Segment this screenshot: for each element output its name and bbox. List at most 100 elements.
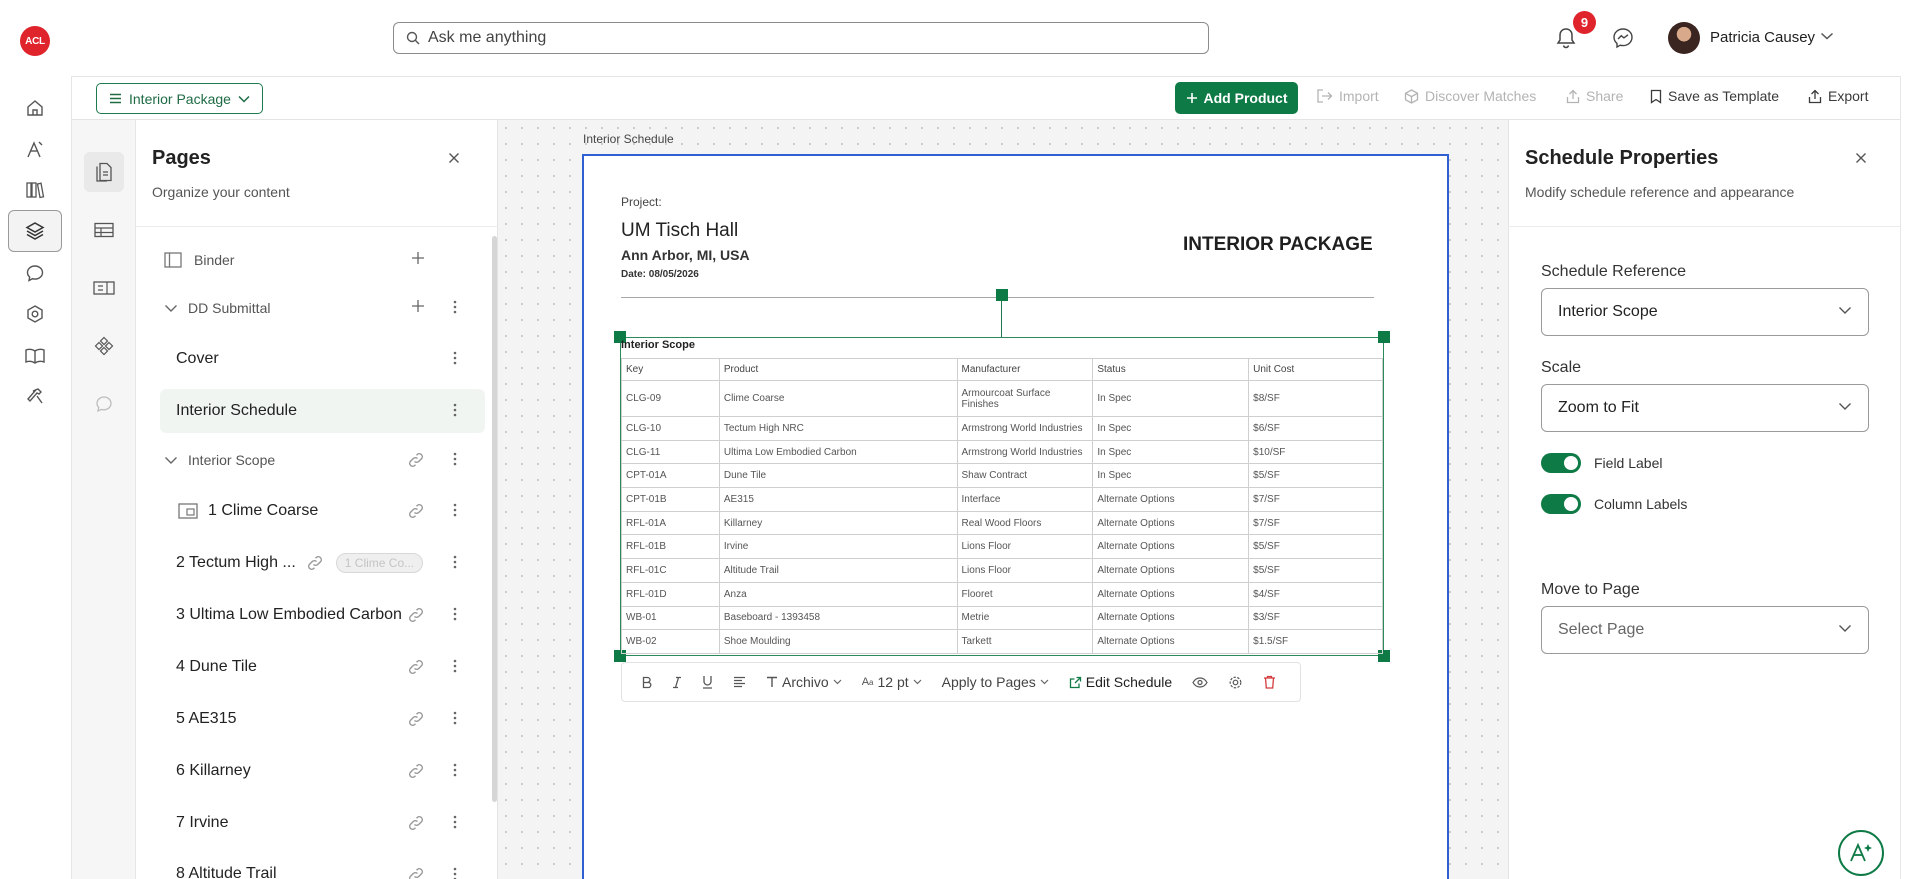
table-row[interactable]: RFL-01D Anza Flooret Alternate Options $4/SF (621, 581, 1383, 607)
link-icon[interactable] (407, 710, 425, 728)
bold-icon[interactable] (642, 676, 652, 689)
eye-icon[interactable] (1192, 676, 1208, 688)
library-icon[interactable] (15, 172, 55, 208)
more-vertical-icon[interactable] (453, 351, 457, 365)
user-avatar[interactable] (1668, 22, 1700, 54)
italic-icon[interactable] (672, 676, 682, 689)
more-vertical-icon[interactable] (453, 300, 457, 314)
schedule-reference-select[interactable]: Interior Scope (1541, 288, 1869, 336)
link-icon[interactable] (407, 606, 425, 624)
messenger-icon[interactable] (1611, 26, 1637, 52)
chevron-down-icon[interactable] (1820, 31, 1834, 41)
more-vertical-icon[interactable] (453, 503, 457, 517)
binder-row[interactable]: Binder (160, 238, 485, 282)
link-icon[interactable] (306, 554, 324, 572)
product-page-row[interactable]: 8 Altitude Trail (160, 853, 485, 879)
import-button[interactable]: Import (1317, 88, 1379, 104)
comment-icon[interactable] (84, 384, 124, 424)
table-row[interactable]: CLG-11 Ultima Low Embodied Carbon Armstron… (621, 439, 1383, 465)
underline-icon[interactable] (702, 675, 713, 689)
close-icon[interactable] (1855, 152, 1867, 164)
pages-scrollbar[interactable] (492, 236, 497, 802)
settings-gear-icon[interactable] (1228, 675, 1243, 690)
table-row[interactable]: CPT-01B AE315 Interface Alternate Options $7… (621, 487, 1383, 512)
search-bar[interactable] (393, 22, 1209, 54)
rotate-handle[interactable] (996, 289, 1008, 301)
align-icon[interactable] (733, 676, 746, 688)
table-row[interactable]: RFL-01B Irvine Lions Floor Alternate Option… (621, 534, 1383, 560)
dd-submittal-row[interactable]: DD Submittal (160, 286, 485, 330)
hammer-icon[interactable] (15, 379, 55, 415)
more-vertical-icon[interactable] (453, 867, 457, 879)
product-page-row[interactable]: 7 Irvine (160, 801, 485, 845)
schedule-table[interactable]: Key Product Manufacturer Status Unit Cos… (621, 358, 1383, 654)
product-page-row[interactable]: 4 Dune Tile (160, 645, 485, 689)
save-as-template-button[interactable]: Save as Template (1650, 88, 1779, 104)
chevron-down-icon[interactable] (164, 304, 178, 313)
table-row[interactable]: CPT-01A Dune Tile Shaw Contract In Spec $5/S… (621, 463, 1383, 489)
table-row[interactable]: RFL-01C Altitude Trail Lions Floor Alternat… (621, 558, 1383, 583)
search-input[interactable] (428, 29, 1188, 47)
app-logo[interactable]: ACL (20, 26, 50, 56)
export-button[interactable]: Export (1808, 88, 1868, 104)
cover-page-row[interactable]: Cover (160, 337, 485, 381)
package-selector[interactable]: Interior Package (96, 83, 263, 114)
table-icon[interactable] (84, 210, 124, 250)
layers-icon[interactable] (8, 210, 62, 252)
more-vertical-icon[interactable] (453, 403, 457, 417)
link-icon[interactable] (407, 762, 425, 780)
apply-to-pages-select[interactable]: Apply to Pages (942, 674, 1049, 690)
scale-select[interactable]: Zoom to Fit (1541, 384, 1869, 432)
edit-schedule-button[interactable]: Edit Schedule (1069, 674, 1172, 690)
add-page-icon[interactable] (411, 299, 425, 313)
interior-schedule-page-row[interactable]: Interior Schedule (160, 389, 485, 433)
table-row[interactable]: CLG-09 Clime Coarse Armourcoat Surface Fin… (621, 380, 1383, 417)
more-vertical-icon[interactable] (453, 815, 457, 829)
settings-hex-icon[interactable] (15, 296, 55, 332)
linked-page-chip[interactable]: 1 Clime Co... (335, 553, 424, 573)
more-vertical-icon[interactable] (453, 555, 457, 569)
more-vertical-icon[interactable] (453, 607, 457, 621)
ai-assistant-button[interactable] (1838, 830, 1884, 876)
interior-scope-row[interactable]: Interior Scope (160, 438, 485, 482)
product-page-row[interactable]: 5 AE315 (160, 697, 485, 741)
design-tool-icon[interactable] (15, 131, 55, 167)
pages-panel-icon[interactable] (84, 152, 124, 192)
more-vertical-icon[interactable] (453, 763, 457, 777)
chevron-down-icon[interactable] (164, 456, 178, 465)
discover-matches-button[interactable]: Discover Matches (1404, 88, 1536, 104)
link-icon[interactable] (407, 814, 425, 832)
more-vertical-icon[interactable] (453, 711, 457, 725)
share-button[interactable]: Share (1566, 88, 1623, 104)
more-vertical-icon[interactable] (453, 452, 457, 466)
column-labels-toggle[interactable] (1541, 494, 1581, 514)
font-family-select[interactable]: Archivo (766, 674, 842, 690)
chat-bubble-icon[interactable] (15, 255, 55, 291)
field-label-toggle[interactable] (1541, 453, 1581, 473)
label-tag-icon[interactable] (84, 268, 124, 308)
book-icon[interactable] (15, 338, 55, 374)
table-row[interactable]: CLG-10 Tectum High NRC Armstrong World Ind… (621, 416, 1383, 441)
product-page-row[interactable]: 1 Clime Coarse (160, 489, 485, 533)
table-row[interactable]: WB-01 Baseboard - 1393458 Metrie Alternate … (621, 605, 1383, 631)
home-icon[interactable] (15, 90, 55, 126)
table-row[interactable]: RFL-01A Killarney Real Wood Floors Alternat… (621, 510, 1383, 536)
more-vertical-icon[interactable] (453, 659, 457, 673)
link-icon[interactable] (407, 866, 425, 879)
link-icon[interactable] (407, 502, 425, 520)
add-page-icon[interactable] (411, 251, 425, 265)
components-icon[interactable] (84, 326, 124, 366)
link-icon[interactable] (407, 451, 425, 469)
product-page-row[interactable]: 6 Killarney (160, 749, 485, 793)
product-page-row[interactable]: 3 Ultima Low Embodied Carbon (160, 593, 485, 637)
add-product-button[interactable]: Add Product (1175, 82, 1298, 114)
close-icon[interactable] (448, 152, 460, 164)
link-icon[interactable] (407, 658, 425, 676)
resize-handle-top-right[interactable] (1378, 331, 1390, 343)
user-name[interactable]: Patricia Causey (1710, 29, 1815, 46)
move-to-page-select[interactable]: Select Page (1541, 606, 1869, 654)
delete-trash-icon[interactable] (1263, 675, 1276, 689)
table-row[interactable]: WB-02 Shoe Moulding Tarkett Alternate Optio… (621, 629, 1383, 654)
font-size-select[interactable]: Aa 12 pt (862, 674, 922, 690)
product-page-row[interactable]: 2 Tectum High ... 1 Clime Co... (160, 541, 485, 585)
